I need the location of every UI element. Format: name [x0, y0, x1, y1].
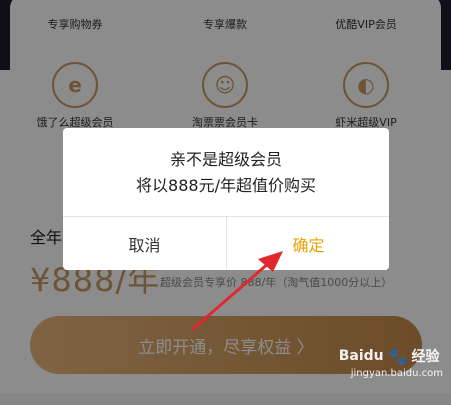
baidu-jingyan-watermark: Baidu 🐾 经验 jingyan.baidu.com [339, 346, 443, 380]
watermark-brand-text: Baidu [338, 348, 384, 364]
watermark-brand: Baidu 🐾 经验 [339, 346, 443, 366]
watermark-url: jingyan.baidu.com [350, 368, 443, 379]
arrow-shaft [191, 260, 272, 331]
paw-icon: 🐾 [387, 346, 408, 366]
watermark-product: 经验 [411, 349, 440, 365]
annotation-arrow [191, 251, 283, 331]
